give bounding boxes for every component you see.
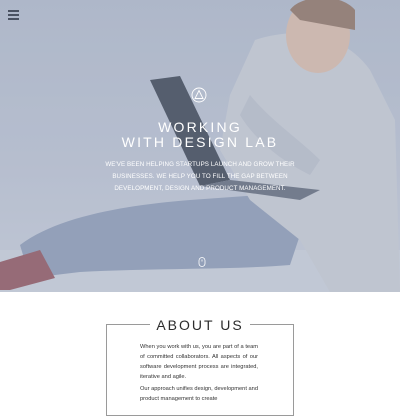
hero-subtitle: WE'VE BEEN HELPING STARTUPS LAUNCH AND G… xyxy=(105,161,295,192)
about-paragraph-2: Our approach unifies design, development… xyxy=(140,386,258,402)
scroll-down-icon[interactable] xyxy=(198,257,206,267)
about-paragraph-1: When you work with us, you are part of a… xyxy=(140,344,258,380)
about-section: ABOUT US When you work with us, you are … xyxy=(0,292,400,416)
hero-title-line2: WITH DESIGN LAB xyxy=(121,134,279,150)
hero-title: WORKING WITH DESIGN LAB xyxy=(100,120,300,150)
triangle-logo-icon[interactable] xyxy=(191,87,207,103)
hero-title-line1: WORKING xyxy=(158,119,242,135)
about-title: ABOUT US xyxy=(150,316,250,334)
hero-section: WORKING WITH DESIGN LAB WE'VE BEEN HELPI… xyxy=(0,0,400,292)
hamburger-menu-icon[interactable] xyxy=(8,10,19,20)
